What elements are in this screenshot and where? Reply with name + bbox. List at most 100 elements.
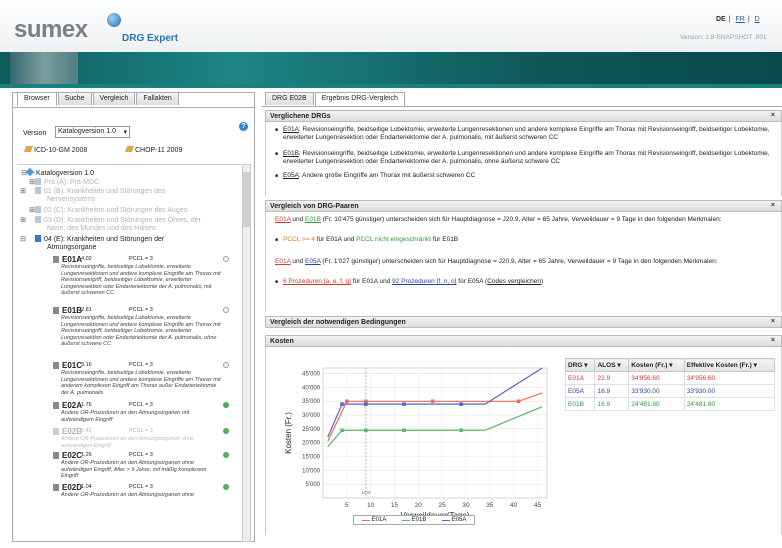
col-kosten[interactable]: Kosten (Fr.) ▾ <box>628 358 685 372</box>
compare-codes-link[interactable]: Codes vergleichen <box>487 278 541 285</box>
settings-icon[interactable] <box>223 307 229 313</box>
pair-1-diff: PCCL >= 4 für E01A und PCCL nicht einges… <box>275 236 775 244</box>
series-point-e01b <box>459 428 464 433</box>
drg-link[interactable]: E01B <box>283 150 299 157</box>
col-effektive-kosten[interactable]: Effektive Kosten (Fr.) ▾ <box>683 358 776 372</box>
tree-scrollbar-thumb[interactable] <box>243 172 250 227</box>
drg-pccl: PCCL = 3 <box>129 484 153 490</box>
legend-item-e01a[interactable]: E01A <box>361 517 386 523</box>
lang-fr[interactable]: FR <box>736 16 745 23</box>
section-verglichene-drgs-header[interactable]: Verglichene DRGs × <box>265 110 782 122</box>
lang-de[interactable]: DE <box>716 16 726 23</box>
y-tick-label: 30'000 <box>302 413 320 419</box>
drg-weight: 1.76 <box>81 402 92 408</box>
left-panel-body: Version Katalogversion 1.0 ▾ ? ICD-10-GM… <box>13 107 254 542</box>
section-kosten-header[interactable]: Kosten × <box>265 335 782 347</box>
left-panel: Browser Suche Vergleich Fallakten Versio… <box>12 92 255 542</box>
tab-ergebnis-vergleich[interactable]: Ergebnis DRG-Vergleich <box>314 92 405 106</box>
cell-kosten: 33'930.00 <box>628 384 685 398</box>
col-alos[interactable]: ALOS ▾ <box>594 358 630 372</box>
tab-fallakten[interactable]: Fallakten <box>136 92 179 105</box>
section-bedingungen-header[interactable]: Vergleich der notwendigen Bedingungen × <box>265 316 782 328</box>
drg-item-e01b[interactable]: E01B <box>53 306 82 315</box>
procedures-link-e01a[interactable]: 6 Prozeduren <box>283 278 322 285</box>
settings-active-icon[interactable] <box>223 402 229 408</box>
tree-node-pre[interactable]: ⊞ Prä (A): Prä-MDC <box>29 178 99 186</box>
logo-swirl-icon <box>107 13 121 27</box>
tree-root[interactable]: ⊟ Katalogversion 1.0 <box>21 167 94 177</box>
procedures-list-e01a[interactable]: [a, e, f, g] <box>322 278 351 285</box>
drg-link[interactable]: E01A <box>283 126 299 133</box>
cell-effektive-kosten: 24'481.80 <box>683 397 776 411</box>
tab-browser[interactable]: Browser <box>17 92 57 106</box>
version-label: Version <box>23 130 47 137</box>
tree-node-04[interactable]: ⊟ 04 (E): Krankheiten und Störungen der A… <box>20 235 199 252</box>
settings-icon[interactable] <box>223 256 229 262</box>
icd-catalog-link[interactable]: ICD-10-GM 2008 <box>23 146 88 154</box>
diff-end: für E01B <box>431 236 459 243</box>
pencil-icon <box>124 146 135 152</box>
y-tick-label: 15'000 <box>302 455 320 461</box>
tree-node-pre-label: Prä (A): Prä-MDC <box>44 179 100 186</box>
section-drg-paare-body: E01A und E01B (Fr. 10'475 günstiger) unt… <box>265 212 782 312</box>
drg-doc-icon <box>53 362 59 369</box>
banner-strip <box>0 84 782 88</box>
tree-node-01[interactable]: ⊞ 01 (B): Krankheiten und Störungen des N… <box>20 187 199 204</box>
drg-code: E01A <box>62 255 83 264</box>
drg-item-e01c[interactable]: E01C <box>53 361 82 370</box>
col-drg[interactable]: DRG ▾ <box>564 358 596 372</box>
section-drg-paare-header[interactable]: Vergleich von DRG-Paaren × <box>265 200 782 212</box>
chart-legend: E01A E01B E05A <box>353 515 475 525</box>
series-point-e05a <box>340 402 344 406</box>
tree-node-02[interactable]: ⊞ 02 (C): Krankheiten und Störungen des A… <box>29 206 187 214</box>
catalog-icon <box>25 167 35 177</box>
section-title: Verglichene DRGs <box>270 113 331 120</box>
x-tick-label: 35 <box>486 502 494 509</box>
table-row[interactable]: E01A 22.9 34'956.60 34'956.60 <box>564 371 776 385</box>
drg-item-e02d[interactable]: E02D <box>53 483 82 492</box>
settings-icon[interactable] <box>223 362 229 368</box>
x-tick-label: 45 <box>534 502 542 509</box>
close-icon[interactable]: × <box>771 318 775 325</box>
chop-label: CHOP-11 2009 <box>135 147 183 154</box>
help-icon[interactable]: ? <box>239 122 248 131</box>
version-select[interactable]: Katalogversion 1.0 ▾ <box>55 126 130 138</box>
y-tick-label: 35'000 <box>302 399 320 405</box>
settings-active-icon[interactable] <box>223 452 229 458</box>
drg-item-e02c[interactable]: E02C <box>53 451 82 460</box>
chop-catalog-link[interactable]: CHOP-11 2009 <box>124 146 183 154</box>
drg-link[interactable]: E05A <box>283 172 299 179</box>
banner-photo <box>10 52 78 84</box>
table-row[interactable]: E05A 16.9 33'930.00 33'930.00 <box>564 384 776 398</box>
drg-link-e01a[interactable]: E01A <box>275 216 291 223</box>
drg-code: E02B <box>62 427 83 436</box>
settings-active-icon[interactable] <box>223 428 229 434</box>
procedures-link-e05a[interactable]: 92 Prozeduren <box>392 278 435 285</box>
settings-active-icon[interactable] <box>223 484 229 490</box>
tab-drg-e02b[interactable]: DRG E02B <box>265 92 314 105</box>
drg-link-e01b[interactable]: E01B <box>305 216 321 223</box>
close-icon[interactable]: × <box>771 112 775 119</box>
icd-label: ICD-10-GM 2008 <box>34 147 88 154</box>
drg-text: : Revisionseingriffe, beidseitige Lobekt… <box>283 126 770 141</box>
drg-weight: 1.26 <box>81 452 92 458</box>
drg-link-e01a[interactable]: E01A <box>275 258 291 265</box>
lang-more[interactable]: D <box>755 16 760 23</box>
procedures-list-e05a[interactable]: [f, n, o] <box>435 278 457 285</box>
tree-node-03[interactable]: ⊞ 03 (D): Krankheiten und Störungen des O… <box>20 216 209 233</box>
legend-item-e01b[interactable]: E01B <box>401 517 426 523</box>
drg-link-e05a[interactable]: E05A <box>305 258 321 265</box>
x-tick-label: 25 <box>439 502 447 509</box>
tab-suche[interactable]: Suche <box>57 92 92 105</box>
cell-drg: E01B <box>564 397 596 411</box>
pair-and: und <box>290 216 306 223</box>
drg-item-e01a[interactable]: E01A <box>53 255 82 264</box>
drg-item-e02b[interactable]: E02B <box>53 427 82 436</box>
close-icon[interactable]: × <box>771 202 775 209</box>
drg-item-e02a[interactable]: E02A <box>53 401 82 410</box>
legend-item-e05a[interactable]: E05A <box>441 517 466 523</box>
close-icon[interactable]: × <box>771 337 775 344</box>
tab-vergleich[interactable]: Vergleich <box>92 92 136 105</box>
table-row[interactable]: E01B 16.9 24'481.80 24'481.80 <box>564 397 776 411</box>
drg-doc-icon <box>53 484 59 491</box>
